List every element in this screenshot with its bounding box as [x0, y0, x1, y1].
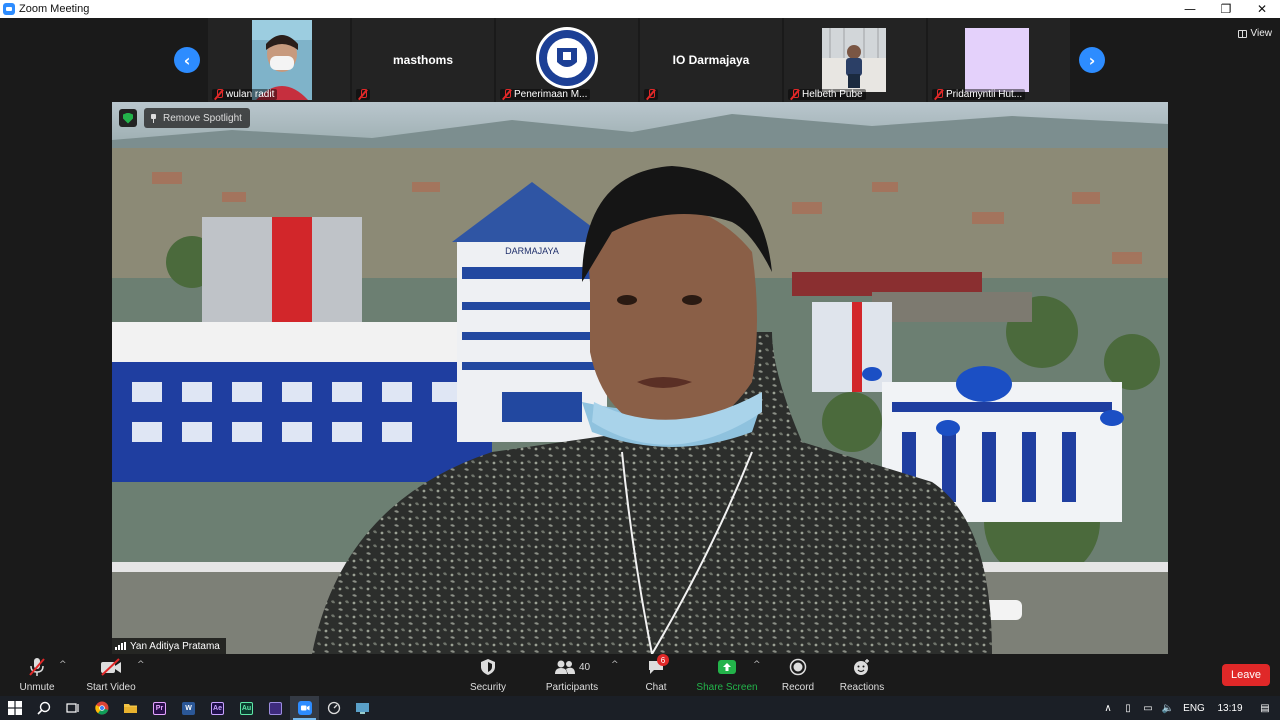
meeting-area: ‹ wulan radit masthoms Penerimaan M... I… [0, 18, 1280, 654]
participant-video [252, 20, 312, 100]
participant-tile-1[interactable]: wulan radit [208, 18, 350, 102]
purple-app-icon[interactable] [261, 696, 290, 720]
participant-tile-3[interactable]: Penerimaan M... [496, 18, 638, 102]
task-view-icon[interactable] [58, 696, 87, 720]
language-indicator[interactable]: ENG [1178, 696, 1210, 720]
participant-label: Helbeth Pube [788, 89, 866, 100]
participant-tile-5[interactable]: Helbeth Pube [784, 18, 926, 102]
mic-muted-icon [215, 89, 223, 100]
battery-icon[interactable]: ▯ [1118, 696, 1138, 720]
circle-app-icon[interactable] [319, 696, 348, 720]
mic-muted-icon [359, 89, 367, 100]
meeting-toolbar: Unmute ^ Start Video ^ Security 40 Parti… [0, 654, 1280, 696]
participant-label [644, 89, 658, 100]
share-screen-button[interactable]: Share Screen [696, 656, 758, 696]
building-sign: DARMAJAYA [505, 246, 559, 256]
remove-spotlight-button[interactable]: Remove Spotlight [144, 108, 250, 128]
window-titlebar: Zoom Meeting — ❐ ✕ [0, 0, 1280, 18]
mic-off-icon [28, 656, 46, 678]
search-icon[interactable] [29, 696, 58, 720]
mic-muted-icon [791, 89, 799, 100]
word-icon[interactable]: W [174, 696, 203, 720]
participant-strip: ‹ wulan radit masthoms Penerimaan M... I… [0, 18, 1280, 102]
chat-button[interactable]: 6 Chat [643, 654, 669, 696]
volume-icon[interactable]: 🔈 [1158, 696, 1178, 720]
system-tray: ∧ ▯ ▭ 🔈 ENG 13:19 ▤ [1098, 696, 1280, 720]
chat-badge: 6 [657, 654, 669, 666]
participants-button[interactable]: 40 Participants [546, 656, 598, 696]
window-title: Zoom Meeting [19, 3, 90, 15]
pin-icon [150, 113, 157, 123]
mic-muted-icon [503, 89, 511, 100]
share-screen-icon [717, 656, 737, 678]
network-icon[interactable]: ▭ [1138, 696, 1158, 720]
window-controls: — ❐ ✕ [1172, 0, 1280, 18]
unmute-button[interactable]: Unmute [18, 656, 56, 696]
notification-icon[interactable]: ▤ [1250, 696, 1280, 720]
speaker-video-frame: DARMAJAYA [112, 102, 1168, 654]
reactions-button[interactable]: Reactions [840, 656, 884, 696]
shield-icon [119, 109, 137, 127]
grid-view-icon [1237, 29, 1247, 38]
chevron-right-icon[interactable]: › [1079, 47, 1105, 73]
start-video-button[interactable]: Start Video [86, 656, 136, 696]
audition-icon[interactable]: Au [232, 696, 261, 720]
participant-tile-6[interactable]: Pridamyntii Hut... [928, 18, 1070, 102]
tray-overflow-chevron-icon[interactable]: ∧ [1098, 696, 1118, 720]
audio-options-caret[interactable]: ^ [59, 660, 67, 670]
security-button[interactable]: Security [469, 656, 507, 696]
participants-options-caret[interactable]: ^ [611, 660, 619, 670]
chrome-icon[interactable] [87, 696, 116, 720]
security-shield-icon [480, 656, 496, 678]
participants-icon: 40 [554, 656, 590, 678]
institution-logo-icon [536, 27, 598, 89]
participant-tile-2[interactable]: masthoms [352, 18, 494, 102]
participant-label: Pridamyntii Hut... [932, 89, 1026, 100]
minimize-button[interactable]: — [1172, 0, 1208, 18]
view-button[interactable]: View [1237, 28, 1272, 39]
video-off-icon [99, 656, 123, 678]
chat-icon: 6 [647, 654, 669, 678]
participant-tile-4[interactable]: IO Darmajaya [640, 18, 782, 102]
participant-label [356, 89, 370, 100]
windows-taskbar: Pr W Ae Au ∧ ▯ ▭ 🔈 ENG 13:19 ▤ [0, 696, 1280, 720]
record-icon [789, 656, 807, 678]
close-button[interactable]: ✕ [1244, 0, 1280, 18]
active-speaker-video: DARMAJAYA Remove Spotlight Yan Aditiya P… [112, 102, 1168, 654]
premiere-icon[interactable]: Pr [145, 696, 174, 720]
screen-app-icon[interactable] [348, 696, 377, 720]
record-button[interactable]: Record [781, 656, 815, 696]
leave-button[interactable]: Leave [1222, 664, 1270, 686]
zoom-icon[interactable] [290, 696, 319, 720]
mic-muted-icon [647, 89, 655, 100]
windows-icon[interactable] [0, 696, 29, 720]
mic-muted-icon [935, 89, 943, 100]
participant-label: wulan radit [212, 89, 278, 100]
video-options-caret[interactable]: ^ [137, 660, 145, 670]
share-options-caret[interactable]: ^ [753, 660, 761, 670]
participant-name: IO Darmajaya [672, 53, 750, 67]
clock[interactable]: 13:19 [1210, 696, 1250, 720]
smiley-icon [853, 656, 871, 678]
participant-video [822, 28, 886, 92]
after-effects-icon[interactable]: Ae [203, 696, 232, 720]
speaker-name-label: Yan Aditiya Pratama [112, 638, 226, 654]
signal-bars-icon [115, 642, 126, 650]
participant-label: Penerimaan M... [500, 89, 591, 100]
chevron-left-icon[interactable]: ‹ [174, 47, 200, 73]
restore-button[interactable]: ❐ [1208, 0, 1244, 18]
folder-icon[interactable] [116, 696, 145, 720]
participant-name: masthoms [392, 53, 454, 67]
participant-video [965, 28, 1029, 92]
zoom-app-icon [3, 3, 15, 15]
